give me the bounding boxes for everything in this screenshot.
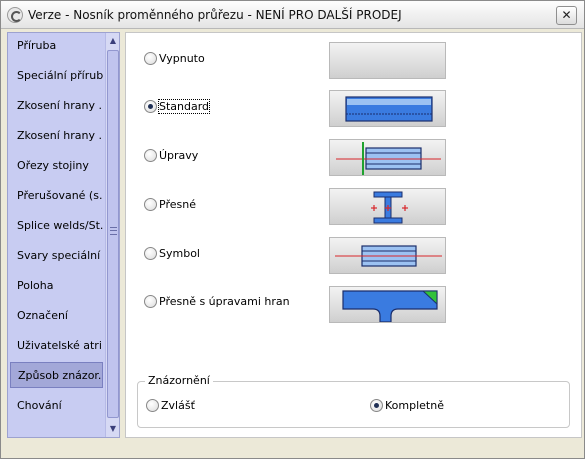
option-label: Symbol (159, 247, 200, 260)
sidebar: Příruba Speciální příruby Zkosení hrany … (7, 32, 120, 438)
window-title: Verze - Nosník proměnného průřezu - NENÍ… (28, 8, 402, 22)
sidebar-item-zkoseni-hrany-1[interactable]: Zkosení hrany ... (10, 93, 103, 119)
grip-icon (110, 227, 117, 235)
radio-upravy[interactable] (144, 149, 157, 162)
sidebar-item-zpusob-znazorneni[interactable]: Způsob znázor... (10, 362, 103, 388)
option-label: Standard (157, 99, 211, 114)
group-title: Znázornění (145, 374, 213, 387)
radio-symbol[interactable] (144, 247, 157, 260)
preview-modifications-icon (329, 139, 446, 176)
radio-vypnuto[interactable] (144, 52, 157, 65)
sidebar-item-poloha[interactable]: Poloha (10, 273, 103, 299)
sidebar-item-chovani[interactable]: Chování (10, 393, 103, 419)
preview-symbol-icon (329, 237, 446, 274)
radio-presne[interactable] (144, 198, 157, 211)
close-button[interactable]: ✕ (556, 6, 577, 25)
preview-off-icon (329, 42, 446, 79)
sidebar-item-orezy-stojiny[interactable]: Ořezy stojiny (10, 153, 103, 179)
option-label: Zvlášť (161, 399, 195, 412)
sidebar-item-splice-welds[interactable]: Splice welds/St... (10, 213, 103, 239)
preview-exact-with-edge-modifications-icon (329, 286, 446, 323)
sidebar-item-zkoseni-hrany-2[interactable]: Zkosení hrany ... (10, 123, 103, 149)
option-label: Přesné (159, 198, 196, 211)
sidebar-item-priruba[interactable]: Příruba (10, 33, 103, 59)
sidebar-item-uzivatelske-atributy[interactable]: Uživatelské atri... (10, 333, 103, 359)
option-label: Úpravy (159, 149, 199, 162)
display-settings-panel: Vypnuto Standard Úpravy Přesné Symbol Př… (125, 32, 582, 438)
app-logo-icon (7, 7, 23, 23)
option-label: Přesně s úpravami hran (159, 295, 290, 308)
radio-zvlast[interactable] (146, 399, 159, 412)
preview-standard-icon (329, 90, 446, 127)
title-bar[interactable]: Verze - Nosník proměnného průřezu - NENÍ… (1, 1, 584, 29)
radio-kompletne[interactable] (370, 399, 383, 412)
option-label: Kompletně (385, 399, 444, 412)
sidebar-scrollbar[interactable]: ▲ ▼ (105, 33, 119, 437)
representation-group: Znázornění Zvlášť Kompletně (137, 374, 570, 428)
preview-exact-icon (329, 188, 446, 225)
option-label: Vypnuto (159, 52, 205, 65)
dialog-window: Verze - Nosník proměnného průřezu - NENÍ… (0, 0, 585, 459)
radio-presne-s-upravami-hran[interactable] (144, 295, 157, 308)
sidebar-item-prerusovane[interactable]: Přerušované (s... (10, 183, 103, 209)
sidebar-item-svary-specialni[interactable]: Svary speciální (10, 243, 103, 269)
scrollbar-thumb[interactable] (107, 50, 119, 418)
scroll-down-arrow-icon[interactable]: ▼ (106, 421, 119, 436)
sidebar-item-specialni-priruby[interactable]: Speciální příruby (10, 63, 103, 89)
sidebar-item-oznaceni[interactable]: Označení (10, 303, 103, 329)
radio-standard[interactable] (144, 100, 157, 113)
scroll-up-arrow-icon[interactable]: ▲ (106, 33, 119, 48)
